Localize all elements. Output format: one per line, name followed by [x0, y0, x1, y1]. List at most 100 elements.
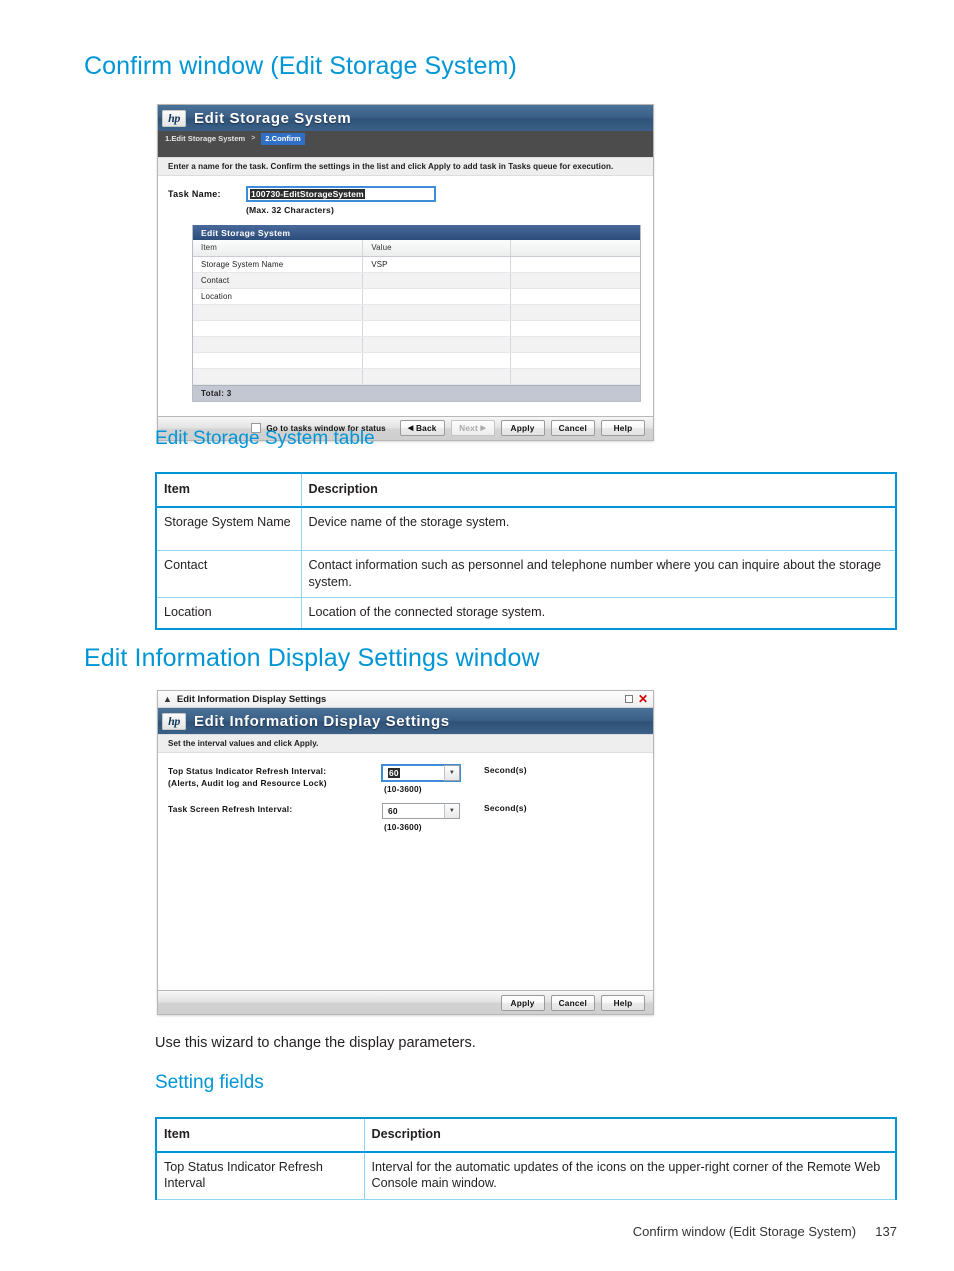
breadcrumb-filler: [158, 146, 653, 157]
grid-cell-value: VSP: [362, 256, 511, 273]
section-heading-edit-information-display-settings-window: Edit Information Display Settings window: [84, 644, 540, 672]
column-header-description: Description: [363, 1117, 897, 1153]
cell-description: Interval for the automatic updates of th…: [363, 1151, 897, 1200]
table-row: Top Status Indicator Refresh Interval In…: [155, 1151, 897, 1200]
table-row: Location Location of the connected stora…: [155, 597, 897, 630]
cancel-button-label: Cancel: [558, 997, 587, 1008]
grid-cell-item: [193, 336, 364, 353]
top-status-indicator-label: Top Status Indicator Refresh Interval: (…: [168, 765, 382, 794]
maximize-icon[interactable]: [624, 695, 633, 703]
next-button-label: Next: [459, 423, 478, 433]
table-row[interactable]: Storage System Name VSP: [193, 256, 640, 273]
task-screen-refresh-value: 60: [388, 806, 398, 816]
edit-storage-system-grid: Edit Storage System Item Value Storage S…: [192, 225, 641, 402]
grid-cell-blank: [510, 288, 640, 305]
footer-page-number: 137: [875, 1224, 897, 1239]
hp-logo-icon: hp: [162, 712, 186, 730]
grid-cell-item: [193, 368, 364, 385]
grid-cell-blank: [510, 368, 640, 385]
left-arrow-icon: ◀: [407, 425, 414, 432]
table-row[interactable]: [193, 304, 640, 321]
grid-col-value[interactable]: Value: [362, 240, 511, 257]
task-screen-refresh-label: Task Screen Refresh Interval:: [168, 803, 382, 832]
grid-col-blank[interactable]: [510, 240, 640, 257]
top-status-indicator-label-line1: Top Status Indicator Refresh Interval:: [168, 766, 327, 776]
section-heading-edit-storage-system-table: Edit Storage System table: [155, 428, 375, 449]
confirm-window-body: Task Name: 100730-EditStorageSystem (Max…: [158, 176, 653, 416]
next-button[interactable]: Next ▶: [450, 420, 495, 436]
chevron-down-icon[interactable]: ▼: [444, 803, 460, 819]
grid-header-row: Item Value: [193, 240, 640, 257]
grid-cell-item: Contact: [193, 272, 364, 289]
grid-title: Edit Storage System: [193, 225, 640, 240]
window-header: hp Edit Information Display Settings: [158, 708, 653, 734]
apply-button-label: Apply: [510, 423, 535, 433]
chevron-down-icon[interactable]: ▼: [444, 765, 460, 781]
task-screen-refresh-range: (10-3600): [384, 822, 422, 832]
task-name-input[interactable]: 100730-EditStorageSystem: [246, 186, 436, 202]
top-status-indicator-label-line2: (Alerts, Audit log and Resource Lock): [168, 778, 327, 789]
cell-item: Location: [155, 597, 302, 630]
grid-cell-blank: [510, 304, 640, 321]
edit-information-display-settings-window: ▲ Edit Information Display Settings ✕ hp…: [157, 690, 654, 1015]
task-name-row: Task Name: 100730-EditStorageSystem: [158, 176, 653, 202]
top-status-indicator-refresh-field: Top Status Indicator Refresh Interval: (…: [158, 764, 653, 794]
help-button[interactable]: Help: [601, 420, 645, 436]
table-row[interactable]: Location: [193, 288, 640, 305]
collapse-icon[interactable]: ▲: [163, 694, 172, 704]
column-header-item: Item: [155, 1117, 365, 1153]
table-row[interactable]: Contact: [193, 272, 640, 289]
table-header-row: Item Description: [155, 1117, 897, 1153]
table-row: Contact Contact information such as pers…: [155, 550, 897, 599]
table-row[interactable]: [193, 320, 640, 337]
cancel-button-label: Cancel: [558, 423, 587, 433]
hp-logo-text: hp: [168, 714, 180, 728]
column-header-item: Item: [155, 472, 302, 508]
breadcrumb-step-2[interactable]: 2.Confirm: [261, 132, 305, 145]
apply-button-label: Apply: [510, 997, 535, 1008]
top-status-indicator-value: 60: [388, 768, 400, 778]
grid-table: Item Value Storage System Name VSP Conta…: [193, 240, 640, 385]
display-settings-body: Top Status Indicator Refresh Interval: (…: [158, 753, 653, 990]
apply-button[interactable]: Apply: [500, 420, 545, 436]
task-screen-refresh-select-wrap: 60 ▼: [382, 803, 460, 819]
grid-cell-value: [362, 288, 511, 305]
window-title: Edit Storage System: [194, 109, 352, 127]
instruction-text: Set the interval values and click Apply.: [158, 734, 653, 753]
hp-logo-text: hp: [168, 111, 180, 125]
back-button[interactable]: ◀ Back: [399, 420, 445, 436]
close-icon[interactable]: ✕: [638, 693, 648, 705]
edit-storage-system-table: Item Description Storage System Name Dev…: [155, 472, 897, 630]
table-row[interactable]: [193, 368, 640, 385]
grid-cell-item: Location: [193, 288, 364, 305]
grid-col-item[interactable]: Item: [193, 240, 364, 257]
cancel-button[interactable]: Cancel: [550, 994, 595, 1011]
grid-cell-item: [193, 352, 364, 369]
apply-button[interactable]: Apply: [500, 994, 545, 1011]
right-arrow-icon: ▶: [480, 425, 487, 432]
cell-item: Contact: [155, 550, 302, 599]
instruction-text: Enter a name for the task. Confirm the s…: [158, 157, 653, 176]
grid-cell-blank: [510, 320, 640, 337]
grid-cell-value: [362, 320, 511, 337]
grid-cell-item: [193, 304, 364, 321]
breadcrumb-separator-icon: >: [251, 135, 256, 142]
top-status-indicator-range: (10-3600): [384, 784, 422, 794]
section-heading-setting-fields: Setting fields: [155, 1072, 264, 1093]
grid-cell-item: Storage System Name: [193, 256, 364, 273]
help-button-label: Help: [613, 423, 633, 433]
table-row[interactable]: [193, 336, 640, 353]
table-row[interactable]: [193, 352, 640, 369]
cell-description: Contact information such as personnel an…: [300, 550, 897, 599]
breadcrumb-step-1[interactable]: 1.Edit Storage System: [165, 134, 245, 143]
window-header: hp Edit Storage System: [158, 105, 653, 131]
cancel-button[interactable]: Cancel: [550, 420, 595, 436]
grid-cell-value: [362, 304, 511, 321]
task-screen-refresh-field: Task Screen Refresh Interval: 60 ▼ (10-3…: [158, 803, 653, 832]
cell-description: Location of the connected storage system…: [300, 597, 897, 630]
grid-cell-value: [362, 368, 511, 385]
os-window-title: Edit Information Display Settings: [176, 693, 327, 705]
back-button-label: Back: [415, 423, 437, 433]
wizard-description-paragraph: Use this wizard to change the display pa…: [155, 1035, 476, 1051]
help-button[interactable]: Help: [601, 994, 645, 1011]
